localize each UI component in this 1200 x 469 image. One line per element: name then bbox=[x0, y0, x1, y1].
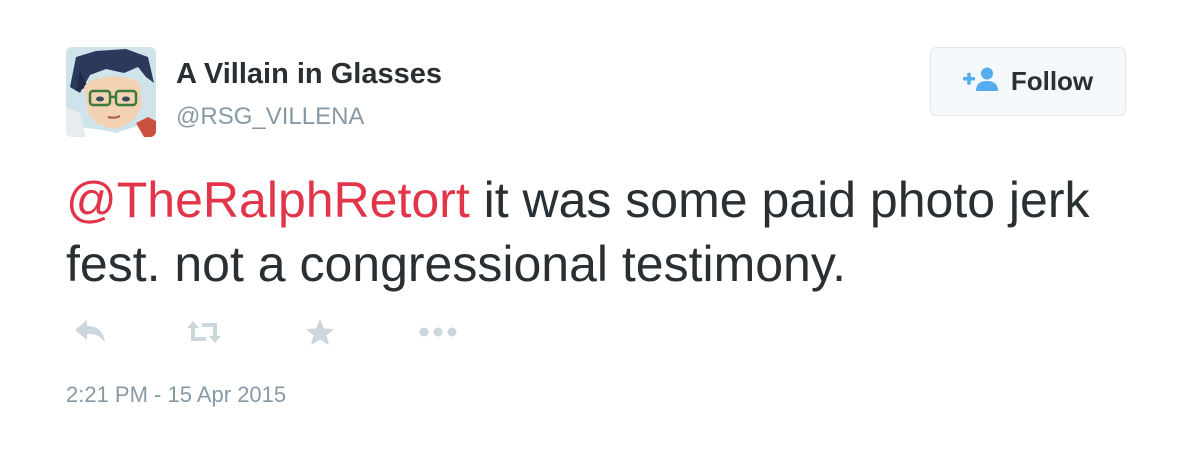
add-user-icon bbox=[962, 67, 999, 96]
avatar[interactable] bbox=[66, 47, 156, 137]
star-icon bbox=[305, 318, 335, 351]
tweet-text: @TheRalphRetort it was some paid photo j… bbox=[66, 168, 1146, 296]
reply-icon bbox=[73, 319, 107, 350]
reply-button[interactable] bbox=[72, 318, 108, 350]
mention-link[interactable]: @TheRalphRetort bbox=[66, 172, 470, 228]
display-name[interactable]: A Villain in Glasses bbox=[176, 58, 442, 91]
avatar-image bbox=[66, 47, 156, 137]
favorite-button[interactable] bbox=[302, 318, 338, 350]
more-button[interactable] bbox=[418, 318, 458, 350]
retweet-icon bbox=[184, 319, 224, 350]
timestamp[interactable]: 2:21 PM - 15 Apr 2015 bbox=[66, 382, 286, 408]
follow-label: Follow bbox=[1010, 66, 1094, 96]
more-icon bbox=[418, 325, 458, 343]
follow-button[interactable]: Follow bbox=[930, 47, 1126, 116]
retweet-button[interactable] bbox=[184, 318, 224, 350]
user-handle[interactable]: @RSG_VILLENA bbox=[176, 103, 364, 131]
